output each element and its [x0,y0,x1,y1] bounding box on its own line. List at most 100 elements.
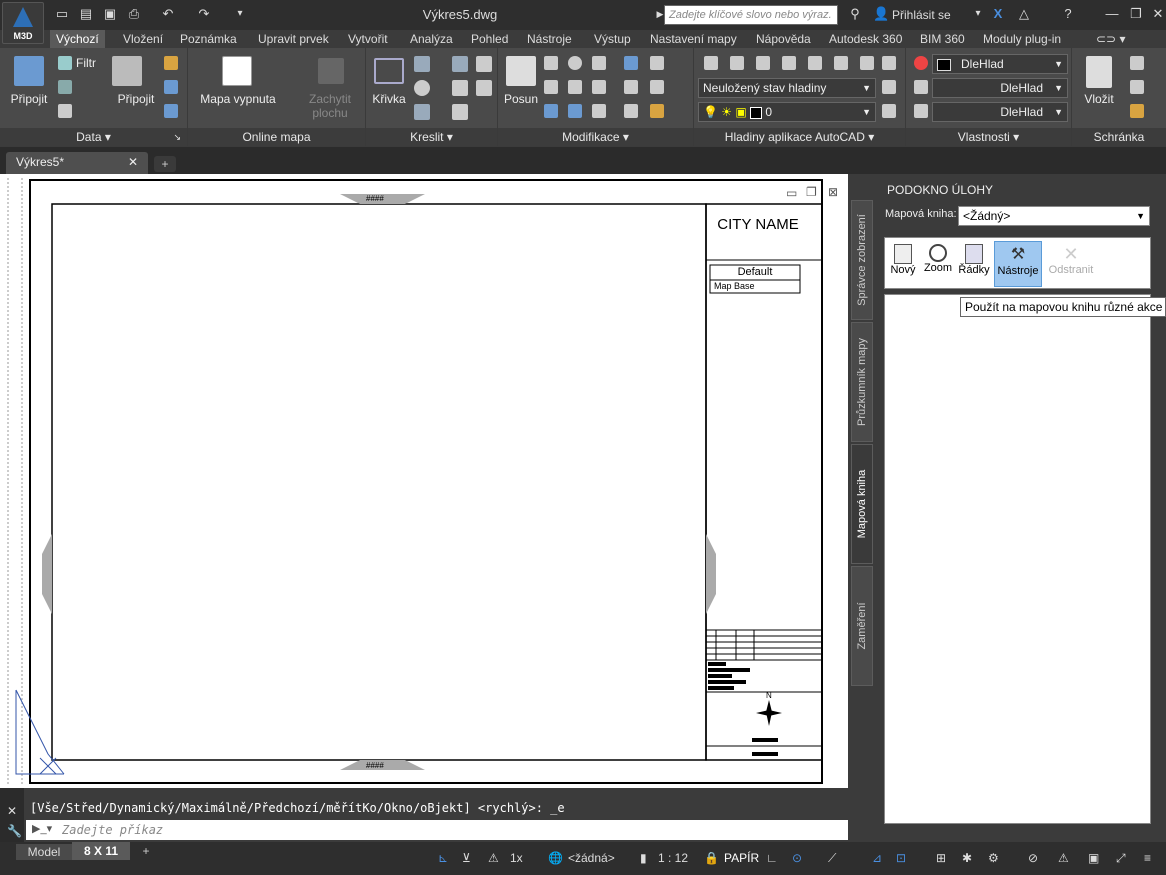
new-icon[interactable]: ▭ [54,6,70,22]
color-select[interactable]: DleHlad ▼ [932,54,1068,74]
ribbon-tab-5[interactable]: Analýza [404,30,459,48]
ribbon-tab-4[interactable]: Vytvořit [342,30,394,48]
join-icon[interactable] [592,104,606,118]
move-button[interactable]: Posun [500,92,542,106]
lock-icon[interactable]: 🔒 [704,847,719,869]
minimize-icon[interactable]: — [1104,6,1120,22]
explode-icon[interactable] [650,56,664,70]
file-tab-drawing[interactable]: Výkres5* ✕ [6,152,148,174]
chamfer-icon[interactable] [624,104,638,118]
layer-state-select[interactable]: Neuložený stav hladiny ▼ [698,78,876,98]
layer-lock-icon[interactable] [808,56,822,70]
ortho-icon[interactable]: ∟ [766,847,778,869]
annotation-scale-icon[interactable]: ⚠ [488,847,499,869]
linetype-icon[interactable] [914,104,928,118]
panel-layers-title[interactable]: Hladiny aplikace AutoCAD ▾ [694,128,905,146]
data-connect-button[interactable]: Připojit [6,92,52,106]
command-customize-icon[interactable]: 🔧 [7,824,22,838]
mapbook-select[interactable]: <Žádný> ▼ [958,206,1150,226]
lineweight-select[interactable]: DleHlad ▼ [932,78,1068,98]
palette-tab-display-manager[interactable]: Správce zobrazení [851,200,873,320]
linetype-select[interactable]: DleHlad ▼ [932,102,1068,122]
attach-button[interactable]: Připojit [110,92,162,106]
lineweight-icon[interactable] [914,80,928,94]
snap-icon[interactable]: ⊻ [462,847,471,869]
point-icon[interactable] [452,104,468,120]
break-icon[interactable] [568,104,582,118]
ribbon-tab-9[interactable]: Nastavení mapy [644,30,743,48]
mirror-icon[interactable] [544,80,558,94]
restore-icon[interactable]: ❐ [1128,6,1144,22]
hatch-icon[interactable] [476,56,492,72]
ribbon-tab-7[interactable]: Nástroje [521,30,578,48]
cut-icon[interactable] [1130,56,1144,70]
command-input[interactable]: ▶_▾ Zadejte příkaz [26,820,848,840]
import-icon[interactable] [164,80,178,94]
grid-icon[interactable]: ⊾ [438,847,448,869]
trim-icon[interactable] [592,56,606,70]
gizmo-icon[interactable]: ✱ [962,847,972,869]
stretch-icon[interactable] [544,104,558,118]
binoculars-icon[interactable]: ⚲ [847,6,863,22]
layer-merge-icon[interactable] [882,56,896,70]
a360-icon[interactable]: △ [1016,6,1032,22]
ribbon-tab-1[interactable]: Vložení [117,30,169,48]
ribbon-tab-11[interactable]: Autodesk 360 [823,30,908,48]
map-off-button[interactable]: Mapa vypnuta [196,92,280,106]
array-icon[interactable] [624,56,638,70]
user-icon[interactable]: 👤 [873,6,889,22]
search-input[interactable]: Zadejte klíčové slovo nebo výraz. [664,5,838,25]
mapbook-tools-button[interactable]: ⚒ Nástroje [994,241,1042,287]
arc-icon[interactable] [414,56,430,72]
mapbook-new-button[interactable]: Nový [889,242,917,286]
undo-icon[interactable]: ↶ [160,6,176,22]
close-icon[interactable]: ✕ [1150,6,1166,22]
scale-icon[interactable] [592,80,606,94]
model-tab[interactable]: Model [16,844,72,860]
polyline-button[interactable]: Křivka [368,92,410,106]
layer-properties-icon[interactable] [704,56,718,70]
copy-icon[interactable] [544,56,558,70]
ribbon-tab-3[interactable]: Upravit prvek [252,30,335,48]
clean-screen-icon[interactable]: ⤢ [1116,847,1126,869]
command-prompt-icon[interactable]: ▶_▾ [32,822,52,835]
close-tab-icon[interactable]: ✕ [128,155,138,169]
mapbook-zoom-button[interactable]: Zoom [923,242,953,286]
layer-isolate-icon[interactable] [756,56,770,70]
xline-icon[interactable] [414,104,430,120]
add-layout-icon[interactable]: + [136,844,156,860]
palette-tab-map-book[interactable]: Mapová kniha [851,444,873,564]
selection-cycling-icon[interactable]: ⊞ [936,847,946,869]
panel-data-title[interactable]: Data ▾ ↘ [0,128,187,146]
qat-dropdown-icon[interactable]: ▾ [232,6,248,22]
layer-match-icon[interactable] [834,56,848,70]
ribbon-tab-0[interactable]: Výchozí [50,30,105,48]
layer-freeze-icon[interactable] [782,56,796,70]
layer-state-icon[interactable] [882,80,896,94]
drawing-canvas[interactable]: CITY NAME Default Map Base #### #### N ▭… [0,174,848,788]
save-icon[interactable]: ▣ [102,6,118,22]
viewport-close-icon[interactable]: ⊠ [828,185,838,199]
ribbon-more-icon[interactable]: ⊂⊃ ▾ [1090,30,1131,48]
workspace-gear-icon[interactable]: ⚙ [988,847,999,869]
exchange-icon[interactable]: X [990,6,1006,22]
ribbon-tab-2[interactable]: Poznámka [174,30,243,48]
ribbon-tab-13[interactable]: Moduly plug-in [977,30,1067,48]
ribbon-tab-10[interactable]: Nápověda [750,30,817,48]
warning-icon[interactable]: ⚠ [1058,847,1069,869]
nav-arrow-left[interactable] [42,534,52,614]
table-icon[interactable] [58,104,72,118]
color-wheel-icon[interactable] [914,56,928,70]
layer-off-icon[interactable] [730,56,744,70]
signin-button[interactable]: Přihlásit se [892,8,951,22]
panel-properties-title[interactable]: Vlastnosti ▾ [906,128,1071,146]
command-close-icon[interactable]: ✕ [7,804,17,818]
fillet-icon[interactable] [568,80,582,94]
line-icon[interactable] [452,56,468,72]
copy-clip-icon[interactable] [1130,80,1144,94]
ribbon-tab-6[interactable]: Pohled [465,30,514,48]
isodraft-icon[interactable]: ⟋ [828,847,836,869]
hardware-acceleration-icon[interactable]: ▣ [1088,847,1099,869]
paste-button[interactable]: Vložit [1078,92,1120,106]
signin-dropdown-icon[interactable]: ▾ [970,6,986,22]
